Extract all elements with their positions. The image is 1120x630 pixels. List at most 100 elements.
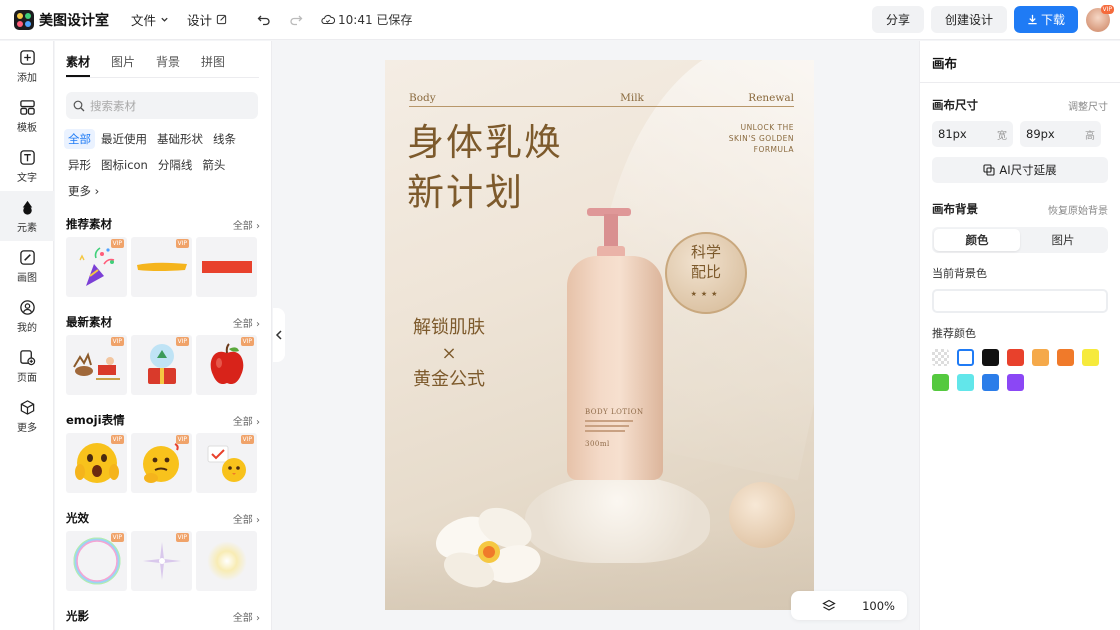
poster-english-tagline[interactable]: UNLOCK THE SKIN'S GOLDEN FORMULA: [729, 122, 794, 155]
rail-item-page[interactable]: 页面: [0, 341, 54, 391]
shocked-emoji-thumb[interactable]: VIP: [66, 433, 127, 493]
ai-resize-button[interactable]: AI尺寸延展: [932, 157, 1108, 183]
section-title: emoji表情: [66, 413, 125, 427]
rail-item-draw[interactable]: 画图: [0, 241, 54, 291]
design-canvas[interactable]: Body Milk Renewal 身体乳焕 新计划 UNLOCK THE SK…: [385, 60, 814, 610]
color-swatch[interactable]: [1007, 349, 1024, 366]
search-input[interactable]: 搜索素材: [66, 92, 258, 119]
chip-basic-shapes[interactable]: 基础形状: [153, 129, 207, 149]
layers-icon[interactable]: [822, 599, 836, 613]
reset-bg-link[interactable]: 恢复原始背景: [1048, 202, 1108, 217]
seal-stars: ★★★: [690, 290, 722, 298]
rail-item-add[interactable]: 添加: [0, 41, 54, 91]
chevron-down-icon[interactable]: [160, 15, 169, 24]
left-rail: 添加 模板 文字 元素 画图 我的 页面 更多: [0, 41, 54, 630]
resize-link[interactable]: 调整尺寸: [1068, 98, 1108, 113]
see-all-link[interactable]: 全部 ›: [233, 217, 260, 232]
tab-collage[interactable]: 拼图: [201, 53, 225, 77]
color-swatch[interactable]: [957, 374, 974, 391]
vip-badge: VIP: [175, 337, 189, 346]
stone-pedestal[interactable]: [525, 475, 710, 563]
chip-more[interactable]: 更多 ›: [64, 181, 103, 201]
current-bg-swatch[interactable]: [932, 289, 1108, 313]
party-popper-thumb[interactable]: VIP: [66, 237, 127, 297]
vip-badge: VIP: [175, 533, 189, 542]
see-all-link[interactable]: 全部 ›: [233, 413, 260, 428]
tab-image[interactable]: 图片: [111, 53, 135, 77]
rail-label: 更多: [17, 422, 37, 434]
purple-sparkle-thumb[interactable]: VIP: [131, 531, 192, 591]
color-swatch[interactable]: [1082, 349, 1099, 366]
color-swatch[interactable]: [1032, 349, 1049, 366]
recommended-colors-label: 推荐颜色: [932, 327, 976, 340]
app-logo[interactable]: 美图设计室: [14, 9, 109, 30]
poster-seal-badge[interactable]: 科学 配比 ★★★: [665, 232, 747, 314]
color-swatch[interactable]: [1007, 374, 1024, 391]
edit-icon[interactable]: [216, 14, 227, 25]
rail-item-text[interactable]: 文字: [0, 141, 54, 191]
chip-dividers[interactable]: 分隔线: [154, 155, 197, 175]
chip-icons[interactable]: 图标icon: [97, 155, 152, 175]
section-emoji: emoji表情 全部 › VIP VIP VIP: [55, 411, 271, 493]
color-swatch[interactable]: [982, 374, 999, 391]
height-input[interactable]: 89px 高: [1020, 121, 1101, 147]
chip-lines[interactable]: 线条: [209, 129, 240, 149]
white-flower[interactable]: [435, 498, 547, 594]
chip-arrows[interactable]: 箭头: [198, 155, 229, 175]
chip-irregular[interactable]: 异形: [64, 155, 95, 175]
category-chips: 全部 最近使用 基础形状 线条 异形 图标icon 分隔线 箭头 更多 ›: [64, 129, 264, 207]
canvas-bg-label: 画布背景: [932, 202, 978, 216]
rainbow-bubble-thumb[interactable]: VIP: [66, 531, 127, 591]
lotion-bottle[interactable]: BODY LOTION 300ml: [567, 208, 663, 480]
rail-item-template[interactable]: 模板: [0, 91, 54, 141]
sleigh-icon: [72, 352, 120, 380]
chip-recent[interactable]: 最近使用: [97, 129, 151, 149]
thinking-emoji-thumb[interactable]: VIP: [131, 433, 192, 493]
bottle-body: [567, 256, 663, 480]
poster-title[interactable]: 身体乳焕 新计划: [407, 118, 563, 218]
beige-sphere[interactable]: [729, 482, 795, 548]
color-swatch[interactable]: [982, 349, 999, 366]
color-swatch[interactable]: [932, 374, 949, 391]
color-swatch[interactable]: [932, 349, 949, 366]
see-all-link[interactable]: 全部 ›: [233, 315, 260, 330]
create-design-button[interactable]: 创建设计: [931, 6, 1007, 33]
red-bar-shape: [201, 261, 252, 273]
rail-item-mine[interactable]: 我的: [0, 291, 54, 341]
red-apple-thumb[interactable]: VIP: [196, 335, 257, 395]
chip-all[interactable]: 全部: [64, 129, 95, 149]
rail-item-more[interactable]: 更多: [0, 391, 54, 441]
color-swatch[interactable]: [957, 349, 974, 366]
snow-globe-icon: [147, 344, 176, 384]
yellow-brush-thumb[interactable]: VIP: [131, 237, 192, 297]
bg-color-option[interactable]: 颜色: [934, 229, 1020, 251]
file-menu[interactable]: 文件: [131, 10, 156, 29]
tab-background[interactable]: 背景: [156, 53, 180, 77]
zoom-level[interactable]: 100%: [862, 599, 895, 613]
see-all-link[interactable]: 全部 ›: [233, 609, 260, 624]
rail-item-elements[interactable]: 元素: [0, 191, 54, 241]
width-input[interactable]: 81px 宽: [932, 121, 1013, 147]
design-menu[interactable]: 设计: [187, 10, 212, 29]
rail-label: 模板: [17, 122, 37, 134]
download-icon: [1028, 14, 1037, 25]
section-title: 最新素材: [66, 315, 112, 329]
avatar[interactable]: VIP: [1086, 4, 1114, 32]
share-button[interactable]: 分享: [872, 6, 924, 33]
chick-emoji-thumb[interactable]: VIP: [196, 433, 257, 493]
yellow-glow-thumb[interactable]: [196, 531, 257, 591]
red-bar-thumb[interactable]: [196, 237, 257, 297]
subtitle-line2: 黄金公式: [413, 369, 485, 390]
color-swatch[interactable]: [1057, 349, 1074, 366]
poster-header[interactable]: Body Milk Renewal: [409, 92, 794, 107]
bg-image-option[interactable]: 图片: [1020, 229, 1106, 251]
undo-icon[interactable]: [257, 13, 271, 27]
redo-icon[interactable]: [289, 13, 303, 27]
poster-subtitle[interactable]: 解锁肌肤 × 黄金公式: [413, 315, 485, 393]
download-button[interactable]: 下载: [1014, 6, 1078, 33]
santa-sleigh-thumb[interactable]: VIP: [66, 335, 127, 395]
snow-globe-thumb[interactable]: VIP: [131, 335, 192, 395]
tab-material[interactable]: 素材: [66, 53, 91, 77]
current-bg-label: 当前背景色: [932, 267, 987, 280]
see-all-link[interactable]: 全部 ›: [233, 511, 260, 526]
